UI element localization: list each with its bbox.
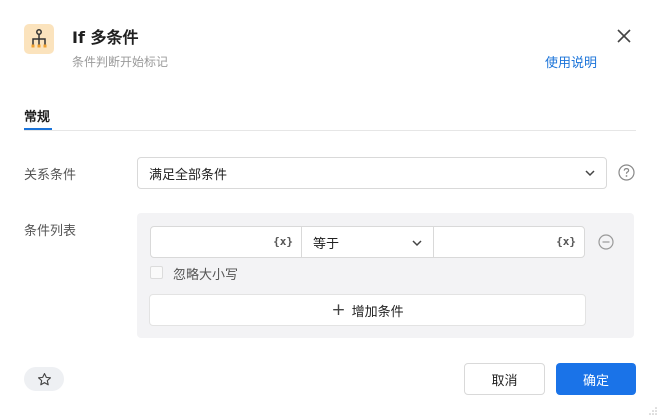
condition-left-input[interactable]: {x}	[150, 226, 302, 258]
cancel-button[interactable]: 取消	[464, 363, 545, 395]
relation-select[interactable]: 满足全部条件	[137, 157, 607, 189]
close-icon	[617, 29, 631, 43]
tab-general[interactable]: 常规	[24, 106, 50, 125]
branch-condition-icon	[24, 24, 54, 54]
chevron-down-icon	[585, 170, 595, 177]
help-link[interactable]: 使用说明	[545, 52, 597, 71]
close-button[interactable]	[614, 26, 634, 46]
question-circle-icon[interactable]	[618, 164, 635, 181]
ignore-case-label: 忽略大小写	[173, 268, 239, 283]
tab-divider	[24, 130, 636, 131]
condition-right-input[interactable]: {x}	[433, 226, 585, 258]
star-icon	[37, 372, 51, 385]
add-condition-label: 增加条件	[351, 304, 404, 320]
operator-select-value: 等于	[313, 236, 340, 252]
remove-condition-icon[interactable]	[598, 234, 614, 250]
resize-grip-icon[interactable]	[648, 406, 658, 416]
chevron-down-icon	[412, 240, 422, 247]
ignore-case-checkbox[interactable]	[150, 266, 163, 279]
plus-icon: +	[331, 299, 346, 320]
relation-label: 关系条件	[24, 168, 77, 183]
relation-select-value: 满足全部条件	[149, 167, 228, 183]
variable-insert-button[interactable]: {x}	[273, 235, 293, 248]
confirm-button[interactable]: 确定	[556, 363, 636, 395]
dialog-subtitle: 条件判断开始标记	[72, 55, 169, 69]
add-condition-button[interactable]: + 增加条件	[149, 294, 586, 326]
dialog-title: If 多条件	[72, 28, 139, 47]
variable-insert-button[interactable]: {x}	[556, 235, 576, 248]
favorite-button[interactable]	[24, 367, 64, 391]
condition-list-label: 条件列表	[24, 224, 77, 239]
operator-select[interactable]: 等于	[302, 226, 434, 258]
